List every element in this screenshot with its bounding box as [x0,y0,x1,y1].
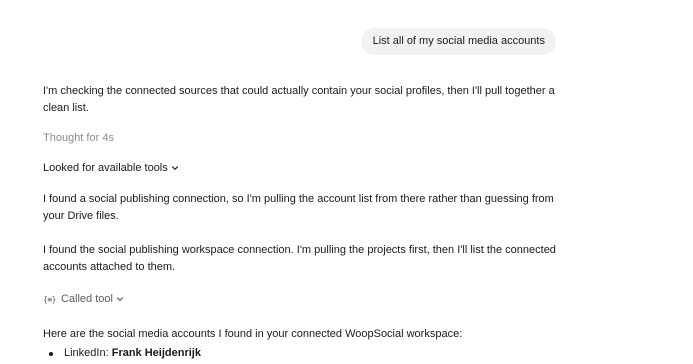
looked-for-tools-toggle[interactable]: Looked for available tools [43,162,179,174]
workspace-connection-text: I found the social publishing workspace … [43,244,556,273]
found-connection-text: I found a social publishing connection, … [43,193,554,222]
accounts-summary-text: Here are the social media accounts I fou… [43,328,463,340]
chevron-down-icon [171,166,178,170]
account-name: Frank Heijdenrijk [111,347,201,359]
user-message-text: List all of my social media accounts [372,35,545,47]
looked-for-tools-label: Looked for available tools [43,162,168,174]
called-tool-toggle[interactable]: {≡} Called tool [43,293,124,305]
user-message-bubble: List all of my social media accounts [360,28,556,55]
account-platform: LinkedIn: [64,347,109,359]
assistant-intro-text: I'm checking the connected sources that … [43,85,555,114]
thought-duration[interactable]: Thought for 4s [43,132,114,144]
list-item: LinkedIn: Frank Heijdenrijk [43,346,201,360]
braces-icon: {≡} [43,294,56,304]
called-tool-label: Called tool [60,293,113,305]
accounts-list: LinkedIn: Frank Heijdenrijk [43,346,201,360]
chevron-down-icon [116,297,123,301]
